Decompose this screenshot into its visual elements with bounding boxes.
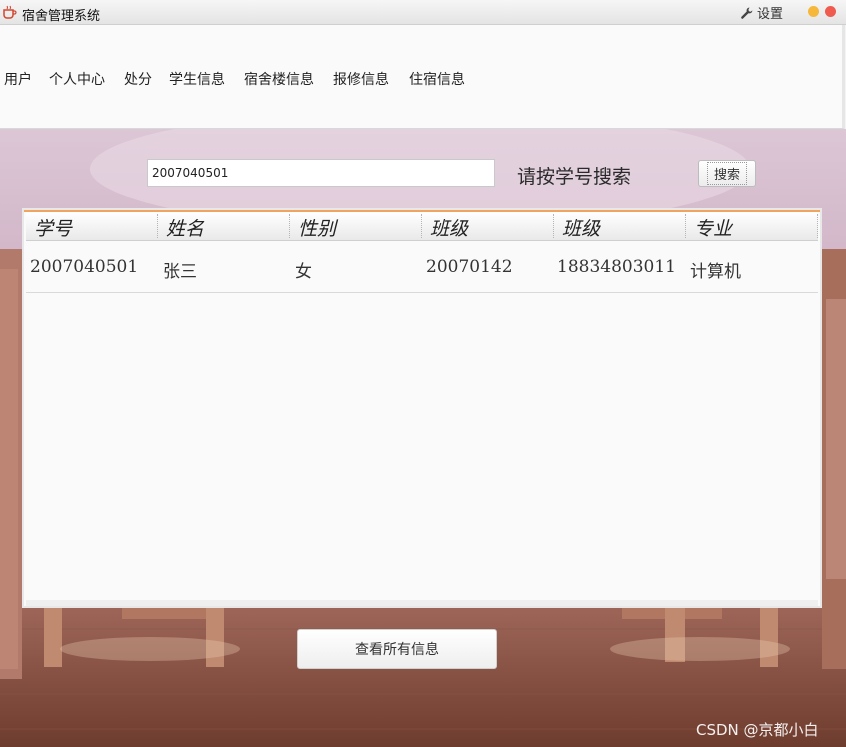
student-table: 学号 姓名 性别 班级 班级 专业 2007040501 张三 女 200701… [22,208,822,608]
table-header: 学号 姓名 性别 班级 班级 专业 [26,212,818,241]
column-header-major[interactable]: 专业 [686,214,818,240]
search-hint-label: 请按学号搜索 [517,166,632,188]
student-id-search-input[interactable] [147,159,495,187]
menu-item-dorm-building-info[interactable]: 宿舍楼信息 [244,69,314,89]
coffee-cup-icon [3,5,17,19]
minimize-button[interactable] [808,6,819,17]
cell-gender: 女 [295,262,312,282]
cell-class: 20070142 [426,257,513,277]
search-button-label: 搜索 [706,162,747,185]
column-header-class[interactable]: 班级 [422,214,554,240]
settings-label: 设置 [757,7,784,22]
cell-major: 计算机 [690,262,741,282]
column-header-class-2[interactable]: 班级 [554,214,686,240]
column-header-gender[interactable]: 性别 [290,214,422,240]
menu-item-personal-center[interactable]: 个人中心 [49,69,105,89]
cell-name: 张三 [163,262,197,282]
window-title: 宿舍管理系统 [22,9,101,24]
column-header-student-id[interactable]: 学号 [26,214,158,240]
menu-item-repair-info[interactable]: 报修信息 [333,69,389,89]
cell-student-id: 2007040501 [30,257,139,277]
column-header-name[interactable]: 姓名 [158,214,290,240]
settings-button[interactable]: 设置 [740,3,783,22]
wrench-icon [741,7,753,19]
close-button[interactable] [825,6,836,17]
menu-item-lodging-info[interactable]: 住宿信息 [409,69,465,89]
menu-bar: 用户 个人中心 处分 学生信息 宿舍楼信息 报修信息 住宿信息 [0,25,845,129]
menu-item-user[interactable]: 用户 [4,69,32,89]
cell-class-2: 18834803011 [557,257,676,277]
table-row[interactable]: 2007040501 张三 女 20070142 18834803011 计算机 [26,241,818,293]
menu-item-discipline[interactable]: 处分 [124,69,152,89]
view-all-button[interactable]: 查看所有信息 [297,629,497,669]
title-bar: 宿舍管理系统 设置 [0,0,846,25]
watermark: CSDN @京都小白 [696,721,819,739]
menu-item-student-info[interactable]: 学生信息 [169,69,225,89]
search-button[interactable]: 搜索 [698,160,756,187]
table-bottom-strip [26,600,818,606]
